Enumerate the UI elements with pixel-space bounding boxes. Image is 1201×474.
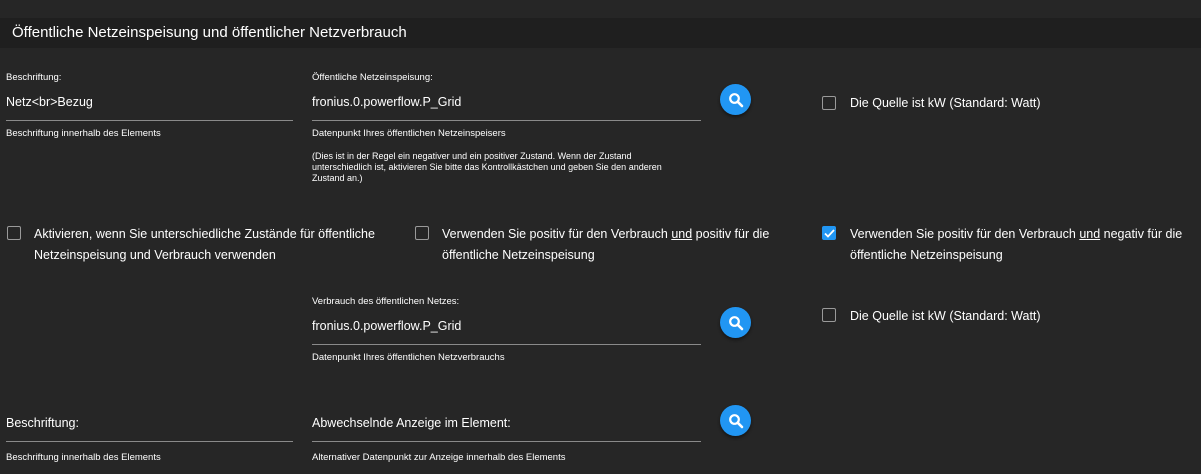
row1-kw-checkbox[interactable] [822,96,836,110]
search-icon [728,413,743,428]
check-icon [823,228,835,238]
row1-kw-label: Die Quelle ist kW (Standard: Watt) [850,96,1041,110]
caption-input-empty[interactable]: Beschriftung: [6,416,79,430]
caption-input-empty-underline [6,441,293,442]
search-icon [728,92,743,107]
consumption-help: Datenpunkt Ihres öffentlichen Netzverbra… [312,352,505,363]
caption-help: Beschriftung innerhalb des Elements [6,128,161,139]
alternate-display-underline [312,441,701,442]
alternate-display-input[interactable]: Abwechselnde Anzeige im Element: [312,416,511,430]
different-states-label: Aktivieren, wenn Sie unterschiedliche Zu… [34,227,375,262]
row2-kw-checkbox[interactable] [822,308,836,322]
alternate-display-help: Alternativer Datenpunkt zur Anzeige inne… [312,452,566,463]
caption-label: Beschriftung: [6,72,62,83]
consumption-input[interactable]: fronius.0.powerflow.P_Grid [312,319,461,333]
consumption-label: Verbrauch des öffentlichen Netzes: [312,296,460,307]
pos-pos-label: Verwenden Sie positiv für den Verbrauch … [442,227,770,262]
section-title: Öffentliche Netzeinspeisung und öffentli… [12,24,407,41]
feed-input-underline [312,120,701,121]
pos-pos-checkbox[interactable] [415,226,429,240]
caption-input-underline [6,120,293,121]
caption-help-2: Beschriftung innerhalb des Elements [6,452,161,463]
consumption-input-underline [312,344,701,345]
caption-input[interactable]: Netz<br>Bezug [6,95,93,109]
feed-help: Datenpunkt Ihres öffentlichen Netzeinspe… [312,128,506,139]
feed-search-button[interactable] [720,84,751,115]
row2-kw-label: Die Quelle ist kW (Standard: Watt) [850,309,1041,323]
pos-neg-checkbox[interactable] [822,226,836,240]
pos-neg-label: Verwenden Sie positiv für den Verbrauch … [850,227,1183,262]
search-icon [728,315,743,330]
different-states-checkbox[interactable] [7,226,21,240]
feed-note: (Dies ist in der Regel ein negativer und… [312,151,662,183]
feed-input[interactable]: fronius.0.powerflow.P_Grid [312,95,461,109]
feed-label: Öffentliche Netzeinspeisung: [312,72,433,83]
alternate-search-button[interactable] [720,405,751,436]
consumption-search-button[interactable] [720,307,751,338]
